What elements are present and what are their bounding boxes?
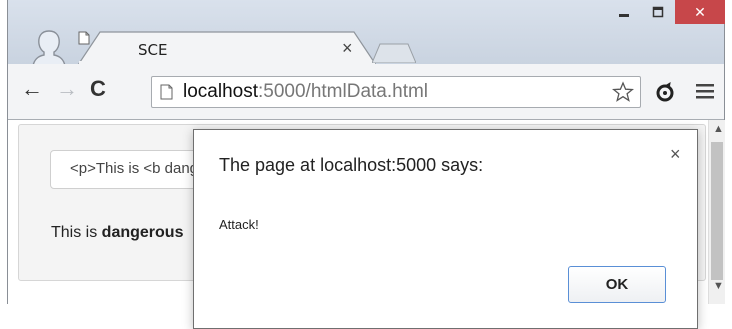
tab-close-icon[interactable]: × — [342, 38, 353, 59]
alert-dialog: The page at localhost:5000 says: × Attac… — [193, 129, 698, 329]
toolbar: ← → C localhost:5000/htmlData.html — [8, 64, 724, 120]
dialog-close-icon[interactable]: × — [670, 144, 681, 165]
url-path: :5000/htmlData.html — [258, 81, 429, 102]
tab-strip: SCE × ✕ — [8, 0, 725, 66]
url-host: localhost — [183, 81, 258, 102]
page-icon — [78, 31, 90, 45]
scroll-down-icon[interactable]: ▼ — [713, 280, 724, 292]
maximize-button[interactable] — [641, 0, 675, 24]
scroll-thumb[interactable] — [711, 142, 723, 280]
dialog-title: The page at localhost:5000 says: — [219, 155, 484, 175]
window-close-button[interactable]: ✕ — [675, 0, 725, 24]
ok-button[interactable]: OK — [568, 266, 666, 303]
star-icon[interactable] — [612, 81, 634, 103]
vertical-scrollbar[interactable]: ▲ ▼ — [708, 120, 725, 304]
scroll-up-icon[interactable]: ▲ — [713, 123, 724, 135]
menu-icon[interactable] — [696, 83, 714, 99]
minimize-button[interactable] — [607, 0, 641, 24]
close-icon: ✕ — [694, 3, 706, 20]
url-text[interactable]: localhost:5000/htmlData.html — [183, 81, 428, 103]
new-tab-button[interactable] — [372, 43, 416, 63]
extension-icon[interactable] — [654, 81, 676, 103]
rendered-prefix: This is — [51, 224, 102, 241]
rendered-bold: dangerous — [101, 224, 184, 241]
address-bar[interactable]: localhost:5000/htmlData.html — [151, 76, 641, 108]
page-icon — [160, 84, 173, 100]
minimize-icon — [619, 14, 629, 17]
forward-button[interactable]: → — [56, 78, 78, 100]
profile-icon[interactable] — [31, 28, 67, 66]
tab-title: SCE — [138, 41, 168, 59]
dialog-message: Attack! — [219, 217, 259, 232]
rendered-output: This is dangerous — [51, 224, 183, 242]
back-button[interactable]: ← — [21, 78, 43, 100]
maximize-icon — [652, 6, 664, 18]
reload-button[interactable]: C — [90, 78, 106, 100]
tab-sce[interactable]: SCE × — [78, 31, 376, 65]
